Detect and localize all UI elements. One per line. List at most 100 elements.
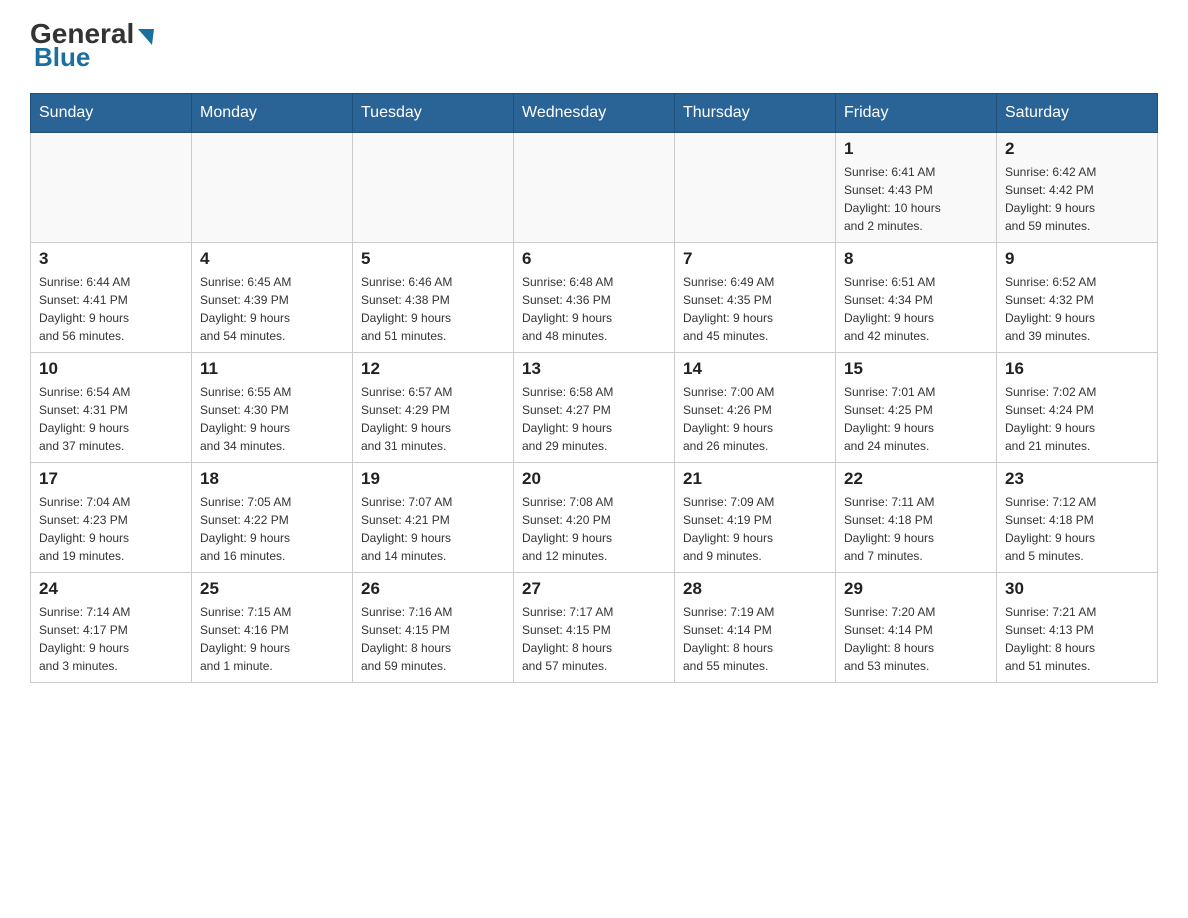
day-number: 26 [361, 579, 505, 599]
calendar-cell [31, 133, 192, 243]
calendar-header-row: SundayMondayTuesdayWednesdayThursdayFrid… [31, 94, 1158, 133]
day-info: Sunrise: 6:58 AM Sunset: 4:27 PM Dayligh… [522, 383, 666, 455]
calendar-cell: 21 Sunrise: 7:09 AM Sunset: 4:19 PM Dayli… [675, 463, 836, 573]
calendar-week-3: 10 Sunrise: 6:54 AM Sunset: 4:31 PM Dayli… [31, 353, 1158, 463]
calendar-cell [353, 133, 514, 243]
day-number: 29 [844, 579, 988, 599]
day-number: 22 [844, 469, 988, 489]
calendar-cell: 15 Sunrise: 7:01 AM Sunset: 4:25 PM Dayli… [836, 353, 997, 463]
day-number: 21 [683, 469, 827, 489]
calendar-cell: 27Sunrise: 7:17 AM Sunset: 4:15 PM Dayli… [514, 573, 675, 683]
day-info: Sunrise: 7:01 AM Sunset: 4:25 PM Dayligh… [844, 383, 988, 455]
calendar-cell: 24 Sunrise: 7:14 AM Sunset: 4:17 PM Dayli… [31, 573, 192, 683]
calendar-cell: 19 Sunrise: 7:07 AM Sunset: 4:21 PM Dayli… [353, 463, 514, 573]
calendar-table: SundayMondayTuesdayWednesdayThursdayFrid… [30, 93, 1158, 683]
day-number: 11 [200, 359, 344, 379]
day-info: Sunrise: 6:46 AM Sunset: 4:38 PM Dayligh… [361, 273, 505, 345]
day-info: Sunrise: 6:42 AM Sunset: 4:42 PM Dayligh… [1005, 163, 1149, 235]
day-info: Sunrise: 6:54 AM Sunset: 4:31 PM Dayligh… [39, 383, 183, 455]
calendar-cell: 7 Sunrise: 6:49 AM Sunset: 4:35 PM Daylig… [675, 243, 836, 353]
day-number: 28 [683, 579, 827, 599]
day-number: 24 [39, 579, 183, 599]
day-info: Sunrise: 6:52 AM Sunset: 4:32 PM Dayligh… [1005, 273, 1149, 345]
calendar-cell: 6 Sunrise: 6:48 AM Sunset: 4:36 PM Daylig… [514, 243, 675, 353]
day-info: Sunrise: 7:04 AM Sunset: 4:23 PM Dayligh… [39, 493, 183, 565]
calendar-cell: 10 Sunrise: 6:54 AM Sunset: 4:31 PM Dayli… [31, 353, 192, 463]
calendar-cell: 28 Sunrise: 7:19 AM Sunset: 4:14 PM Dayli… [675, 573, 836, 683]
calendar-cell: 12 Sunrise: 6:57 AM Sunset: 4:29 PM Dayli… [353, 353, 514, 463]
day-number: 15 [844, 359, 988, 379]
day-number: 2 [1005, 139, 1149, 159]
day-number: 23 [1005, 469, 1149, 489]
day-info: Sunrise: 7:14 AM Sunset: 4:17 PM Dayligh… [39, 603, 183, 675]
day-info: Sunrise: 7:09 AM Sunset: 4:19 PM Dayligh… [683, 493, 827, 565]
day-info: Sunrise: 7:20 AM Sunset: 4:14 PM Dayligh… [844, 603, 988, 675]
calendar-header-wednesday: Wednesday [514, 94, 675, 133]
day-number: 7 [683, 249, 827, 269]
day-number: 12 [361, 359, 505, 379]
calendar-cell [514, 133, 675, 243]
calendar-cell: 8 Sunrise: 6:51 AM Sunset: 4:34 PM Daylig… [836, 243, 997, 353]
calendar-cell: 11 Sunrise: 6:55 AM Sunset: 4:30 PM Dayli… [192, 353, 353, 463]
day-number: 1 [844, 139, 988, 159]
calendar-cell: 23 Sunrise: 7:12 AM Sunset: 4:18 PM Dayli… [997, 463, 1158, 573]
day-info: Sunrise: 6:51 AM Sunset: 4:34 PM Dayligh… [844, 273, 988, 345]
day-number: 6 [522, 249, 666, 269]
day-info: Sunrise: 7:17 AM Sunset: 4:15 PM Dayligh… [522, 603, 666, 675]
day-info: Sunrise: 6:55 AM Sunset: 4:30 PM Dayligh… [200, 383, 344, 455]
day-info: Sunrise: 6:41 AM Sunset: 4:43 PM Dayligh… [844, 163, 988, 235]
day-info: Sunrise: 7:02 AM Sunset: 4:24 PM Dayligh… [1005, 383, 1149, 455]
calendar-cell: 20 Sunrise: 7:08 AM Sunset: 4:20 PM Dayli… [514, 463, 675, 573]
day-info: Sunrise: 7:07 AM Sunset: 4:21 PM Dayligh… [361, 493, 505, 565]
day-number: 5 [361, 249, 505, 269]
calendar-header-thursday: Thursday [675, 94, 836, 133]
day-info: Sunrise: 6:45 AM Sunset: 4:39 PM Dayligh… [200, 273, 344, 345]
calendar-cell: 5 Sunrise: 6:46 AM Sunset: 4:38 PM Daylig… [353, 243, 514, 353]
calendar-header-monday: Monday [192, 94, 353, 133]
day-number: 9 [1005, 249, 1149, 269]
calendar-cell [192, 133, 353, 243]
day-info: Sunrise: 7:05 AM Sunset: 4:22 PM Dayligh… [200, 493, 344, 565]
calendar-cell: 17 Sunrise: 7:04 AM Sunset: 4:23 PM Dayli… [31, 463, 192, 573]
calendar-cell [675, 133, 836, 243]
day-info: Sunrise: 7:15 AM Sunset: 4:16 PM Dayligh… [200, 603, 344, 675]
day-number: 3 [39, 249, 183, 269]
calendar-header-friday: Friday [836, 94, 997, 133]
day-number: 18 [200, 469, 344, 489]
logo-blue: Blue [34, 42, 90, 72]
calendar-cell: 3Sunrise: 6:44 AM Sunset: 4:41 PM Daylig… [31, 243, 192, 353]
calendar-cell: 26Sunrise: 7:16 AM Sunset: 4:15 PM Dayli… [353, 573, 514, 683]
calendar-cell: 18 Sunrise: 7:05 AM Sunset: 4:22 PM Dayli… [192, 463, 353, 573]
calendar-cell: 22 Sunrise: 7:11 AM Sunset: 4:18 PM Dayli… [836, 463, 997, 573]
day-number: 30 [1005, 579, 1149, 599]
day-number: 8 [844, 249, 988, 269]
calendar-header-sunday: Sunday [31, 94, 192, 133]
calendar-cell: 25 Sunrise: 7:15 AM Sunset: 4:16 PM Dayli… [192, 573, 353, 683]
calendar-week-5: 24 Sunrise: 7:14 AM Sunset: 4:17 PM Dayli… [31, 573, 1158, 683]
day-number: 20 [522, 469, 666, 489]
day-info: Sunrise: 7:11 AM Sunset: 4:18 PM Dayligh… [844, 493, 988, 565]
calendar-header-tuesday: Tuesday [353, 94, 514, 133]
day-number: 14 [683, 359, 827, 379]
day-number: 17 [39, 469, 183, 489]
day-number: 13 [522, 359, 666, 379]
calendar-cell: 16 Sunrise: 7:02 AM Sunset: 4:24 PM Dayli… [997, 353, 1158, 463]
calendar-cell: 13 Sunrise: 6:58 AM Sunset: 4:27 PM Dayli… [514, 353, 675, 463]
calendar-week-2: 3Sunrise: 6:44 AM Sunset: 4:41 PM Daylig… [31, 243, 1158, 353]
logo: General Blue [30, 20, 154, 73]
calendar-week-1: 1 Sunrise: 6:41 AM Sunset: 4:43 PM Daylig… [31, 133, 1158, 243]
calendar-cell: 30Sunrise: 7:21 AM Sunset: 4:13 PM Dayli… [997, 573, 1158, 683]
day-number: 10 [39, 359, 183, 379]
day-info: Sunrise: 7:12 AM Sunset: 4:18 PM Dayligh… [1005, 493, 1149, 565]
day-number: 25 [200, 579, 344, 599]
day-info: Sunrise: 6:49 AM Sunset: 4:35 PM Dayligh… [683, 273, 827, 345]
day-info: Sunrise: 6:48 AM Sunset: 4:36 PM Dayligh… [522, 273, 666, 345]
calendar-header-saturday: Saturday [997, 94, 1158, 133]
day-info: Sunrise: 7:19 AM Sunset: 4:14 PM Dayligh… [683, 603, 827, 675]
day-number: 16 [1005, 359, 1149, 379]
page-header: General Blue [30, 20, 1158, 73]
day-info: Sunrise: 6:57 AM Sunset: 4:29 PM Dayligh… [361, 383, 505, 455]
day-info: Sunrise: 7:08 AM Sunset: 4:20 PM Dayligh… [522, 493, 666, 565]
calendar-cell: 14Sunrise: 7:00 AM Sunset: 4:26 PM Dayli… [675, 353, 836, 463]
day-number: 19 [361, 469, 505, 489]
